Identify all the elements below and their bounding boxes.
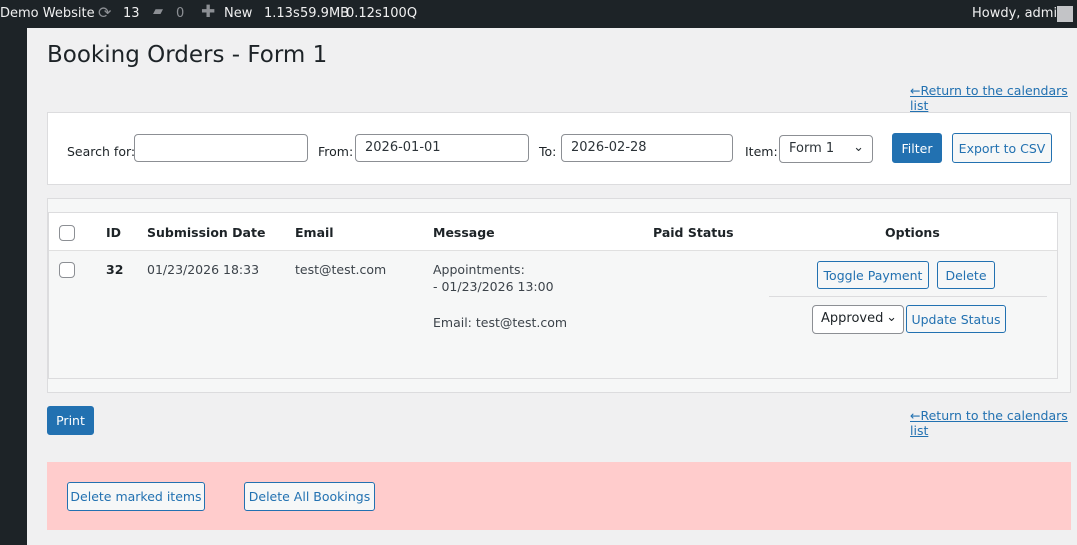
return-link-top[interactable]: ←Return to the calendars list	[910, 83, 1077, 113]
filter-button[interactable]: Filter	[892, 133, 942, 163]
plus-icon[interactable]: ✚	[201, 2, 215, 22]
page-title: Booking Orders - Form 1	[47, 42, 328, 68]
bookings-table: ID Submission Date Email Message Paid St…	[48, 212, 1058, 379]
updates-icon[interactable]: ⟳	[98, 3, 111, 22]
delete-marked-button[interactable]: Delete marked items	[67, 482, 205, 511]
row-message-line: - 01/23/2026 13:00	[433, 279, 554, 294]
admin-sidebar	[0, 28, 27, 545]
table-row: 32 01/23/2026 18:33 test@test.com Appoin…	[49, 251, 1057, 378]
updates-count[interactable]: 13	[123, 6, 140, 21]
toggle-payment-button[interactable]: Toggle Payment	[817, 261, 929, 289]
return-link-bottom[interactable]: ←Return to the calendars list	[910, 408, 1077, 438]
filter-panel: Search for: From: 2026-01-01 To: 2026-02…	[47, 112, 1071, 185]
table-header: ID Submission Date Email Message Paid St…	[49, 213, 1057, 251]
update-status-button[interactable]: Update Status	[906, 305, 1006, 333]
col-message: Message	[433, 225, 495, 240]
status-select-value: Approved	[821, 311, 884, 326]
options-divider	[769, 296, 1047, 297]
comments-icon[interactable]: ▰	[153, 4, 163, 19]
print-button[interactable]: Print	[47, 406, 94, 435]
row-message-line: Appointments:	[433, 262, 525, 277]
search-label: Search for:	[67, 144, 136, 159]
col-submission-date[interactable]: Submission Date	[147, 225, 265, 240]
stat-queries[interactable]: 100Q	[382, 6, 417, 21]
avatar[interactable]	[1057, 6, 1073, 22]
chevron-down-icon: ⌄	[886, 310, 897, 325]
status-select[interactable]: Approved ⌄	[812, 305, 904, 334]
item-label: Item:	[745, 144, 778, 159]
delete-button[interactable]: Delete	[937, 261, 995, 289]
col-paid-status: Paid Status	[653, 225, 734, 240]
row-email: test@test.com	[295, 262, 387, 277]
comments-count[interactable]: 0	[176, 6, 184, 21]
row-checkbox[interactable]	[59, 262, 75, 278]
export-csv-button[interactable]: Export to CSV	[952, 133, 1052, 163]
col-email[interactable]: Email	[295, 225, 334, 240]
chevron-down-icon: ⌄	[853, 140, 864, 155]
row-message-line: Email: test@test.com	[433, 315, 568, 330]
site-name-link[interactable]: Demo Website	[0, 6, 95, 21]
col-id[interactable]: ID	[106, 225, 121, 240]
from-label: From:	[318, 144, 354, 159]
new-link[interactable]: New	[224, 6, 252, 21]
stat-memory[interactable]: 59.9MB	[300, 6, 349, 21]
col-options: Options	[885, 225, 940, 240]
bookings-table-panel: ID Submission Date Email Message Paid St…	[47, 198, 1071, 393]
item-select-value: Form 1	[789, 141, 835, 156]
howdy-account[interactable]: Howdy, admin	[972, 6, 1065, 21]
stat-time[interactable]: 1.13s	[264, 6, 300, 21]
from-date-input[interactable]: 2026-01-01	[355, 134, 529, 162]
to-date-input[interactable]: 2026-02-28	[561, 134, 733, 162]
select-all-checkbox[interactable]	[59, 225, 75, 241]
search-input[interactable]	[134, 134, 308, 162]
row-date: 01/23/2026 18:33	[147, 262, 260, 277]
item-select[interactable]: Form 1 ⌄	[779, 135, 873, 163]
to-label: To:	[539, 144, 557, 159]
admin-bar: Demo Website ⟳ 13 ▰ 0 ✚ New 1.13s 59.9MB…	[0, 0, 1077, 28]
row-id: 32	[106, 262, 124, 277]
stat-query-time[interactable]: 0.12s	[346, 6, 382, 21]
danger-zone: Delete marked items Delete All Bookings	[47, 462, 1071, 530]
delete-all-bookings-button[interactable]: Delete All Bookings	[244, 482, 375, 511]
